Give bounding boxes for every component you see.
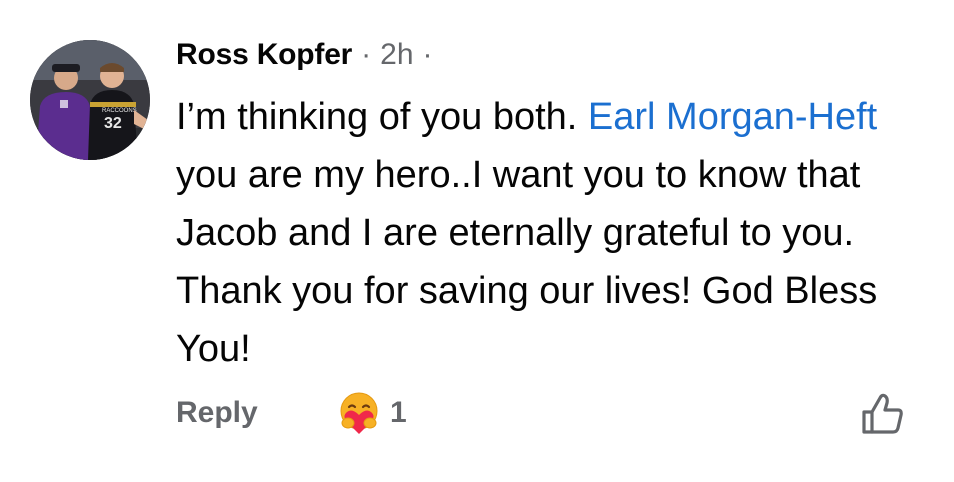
comment: RACCOONS 32 Ross Kopfer · 2h · I’m think…	[0, 0, 954, 482]
meta-separator-trailing: ·	[422, 38, 433, 71]
avatar-photo: RACCOONS 32	[30, 40, 150, 160]
comment-header: Ross Kopfer · 2h ·	[176, 38, 936, 82]
comment-text: I’m thinking of you both. Earl Morgan-He…	[176, 88, 916, 378]
comment-text-end: you are my hero..I want you to know that…	[176, 154, 878, 370]
meta-separator: ·	[361, 38, 372, 71]
reaction-count: 1	[390, 396, 407, 429]
comment-text-start: I’m thinking of you both.	[176, 96, 588, 138]
author-name[interactable]: Ross Kopfer	[176, 38, 352, 72]
avatar[interactable]: RACCOONS 32	[30, 40, 150, 160]
timestamp[interactable]: 2h	[380, 38, 413, 72]
comment-actions: Reply 1	[176, 390, 916, 436]
comment-body: Ross Kopfer · 2h · I’m thinking of you b…	[176, 38, 936, 378]
avatar-jersey-text: RACCOONS	[102, 108, 137, 114]
like-button[interactable]	[858, 390, 906, 438]
reply-button[interactable]: Reply	[176, 396, 258, 430]
avatar-jersey-number: 32	[104, 115, 122, 132]
reaction-summary[interactable]: 1	[336, 390, 407, 436]
care-reaction-icon	[340, 392, 378, 434]
thumbs-up-outline-icon	[862, 393, 903, 434]
mention-link[interactable]: Earl Morgan-Heft	[588, 96, 877, 138]
